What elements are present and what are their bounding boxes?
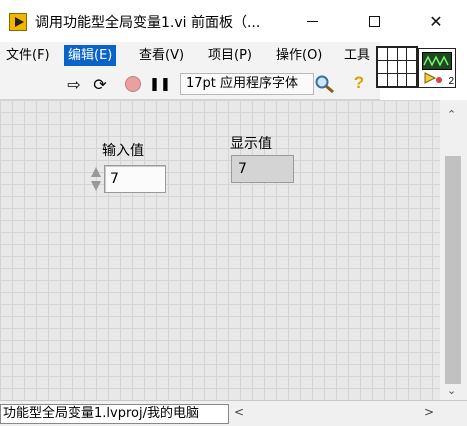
display-numeric-indicator: 7: [231, 155, 294, 183]
minimize-icon: [306, 20, 318, 22]
decrement-arrow-icon[interactable]: [91, 181, 101, 191]
close-icon: ✕: [429, 11, 443, 31]
waveform-icon: [422, 52, 452, 70]
project-path[interactable]: 功能型全局变量1.lvproj/我的电脑: [0, 404, 229, 424]
scroll-down-icon[interactable]: ⌄: [447, 384, 456, 397]
connector-divider: [378, 73, 416, 74]
menu-view[interactable]: 查看(V): [135, 45, 188, 66]
maximize-icon: [368, 15, 380, 27]
input-control-label: 输入值: [102, 143, 144, 159]
front-panel[interactable]: 输入值 7 显示值 7: [0, 100, 440, 400]
menu-file[interactable]: 文件(F): [2, 45, 54, 66]
vi-icon[interactable]: 2: [418, 48, 456, 88]
font-select[interactable]: 17pt 应用程序字体: [180, 73, 314, 95]
menu-tools[interactable]: 工具: [340, 45, 374, 66]
pause-icon[interactable]: ❚❚: [149, 74, 171, 94]
status-bar: 功能型全局变量1.lvproj/我的电脑 < >: [0, 400, 467, 426]
maximize-button[interactable]: [343, 0, 405, 42]
run-arrow-icon[interactable]: ⇨: [64, 74, 84, 94]
connector-pane[interactable]: [376, 46, 418, 88]
toolbar: ⇨ ⟳ ❚❚ 17pt 应用程序字体 ?: [0, 68, 380, 100]
search-icon[interactable]: [314, 74, 336, 94]
vi-icon-badge: 2: [448, 76, 454, 87]
connector-divider: [397, 48, 398, 86]
run-continuously-icon[interactable]: ⟳: [90, 74, 110, 94]
input-numeric-control[interactable]: 7: [90, 163, 168, 194]
scroll-thumb[interactable]: [445, 156, 461, 384]
scroll-up-icon[interactable]: ⌃: [447, 108, 456, 121]
connector-divider: [406, 48, 407, 86]
menu-operate[interactable]: 操作(O): [272, 45, 326, 66]
minimize-button[interactable]: [281, 0, 343, 42]
increment-decrement[interactable]: [90, 167, 102, 193]
display-indicator-label: 显示值: [230, 136, 272, 152]
scroll-right-icon[interactable]: >: [424, 405, 434, 419]
connector-divider: [387, 48, 388, 86]
menu-edit[interactable]: 编辑(E): [64, 45, 117, 66]
vertical-scrollbar[interactable]: ⌃ ⌄: [440, 100, 467, 400]
menu-bar: 文件(F) 编辑(E) 查看(V) 项目(P) 操作(O) 工具: [0, 42, 380, 68]
close-button[interactable]: ✕: [405, 0, 467, 42]
abort-button[interactable]: [123, 74, 143, 94]
labview-vi-icon: [9, 13, 27, 31]
cursor-icon: [424, 72, 442, 84]
abort-icon: [125, 76, 141, 92]
scroll-left-icon[interactable]: <: [234, 405, 244, 419]
window-title: 调用功能型全局变量1.vi 前面板（...: [35, 15, 261, 31]
input-value-field[interactable]: 7: [104, 165, 166, 193]
menu-project[interactable]: 项目(P): [204, 45, 256, 66]
context-help-icon[interactable]: ?: [350, 73, 368, 95]
connector-divider: [378, 60, 416, 61]
increment-arrow-icon[interactable]: [91, 167, 101, 177]
title-bar: 调用功能型全局变量1.vi 前面板（... ✕: [0, 0, 467, 42]
